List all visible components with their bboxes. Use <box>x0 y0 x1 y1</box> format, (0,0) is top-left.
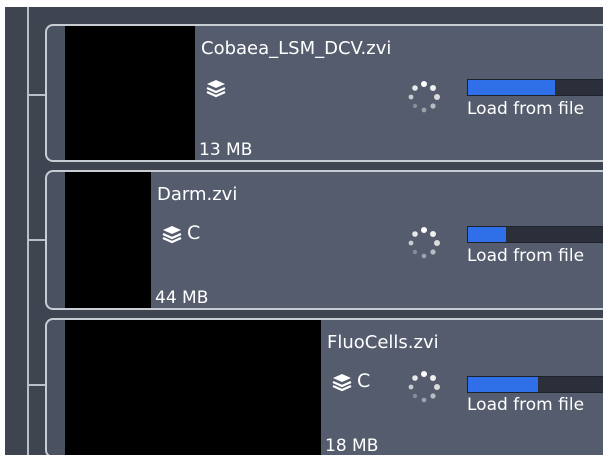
tree-branch-connector <box>27 239 47 241</box>
load-progress-fill <box>468 227 506 242</box>
thumbnail <box>65 172 151 308</box>
file-tree-panel: Cobaea_LSM_DCV.zvi 13 MB Load from file … <box>5 7 603 455</box>
load-status: Load from file <box>467 99 585 119</box>
file-info: Darm.zvi C 44 MB Load from file <box>151 172 603 308</box>
file-item[interactable]: Darm.zvi C 44 MB Load from file <box>45 170 603 310</box>
thumbnail <box>65 26 195 160</box>
load-progress-bar <box>467 226 603 243</box>
loading-spinner-icon <box>408 227 440 259</box>
channel-label: C <box>357 370 371 392</box>
channel-label: C <box>187 222 201 244</box>
file-name: Cobaea_LSM_DCV.zvi <box>201 38 392 59</box>
screenshot-frame: Cobaea_LSM_DCV.zvi 13 MB Load from file … <box>0 0 603 458</box>
load-status: Load from file <box>467 246 585 266</box>
tree-branch-connector <box>27 384 47 386</box>
loading-spinner-icon <box>408 81 440 113</box>
tree-connector-line <box>27 7 29 455</box>
z-stack-icon <box>162 226 182 244</box>
z-stack-icon <box>206 80 226 98</box>
tree-branch-connector <box>27 94 47 96</box>
file-size: 44 MB <box>155 288 209 308</box>
file-name: Darm.zvi <box>157 184 238 205</box>
loading-spinner-icon <box>408 371 440 403</box>
load-progress-bar <box>467 376 603 393</box>
load-progress-fill <box>468 80 555 95</box>
load-progress-bar <box>467 79 603 96</box>
file-name: FluoCells.zvi <box>327 332 439 353</box>
file-info: FluoCells.zvi C 18 MB Load from file <box>321 320 603 455</box>
file-info: Cobaea_LSM_DCV.zvi 13 MB Load from file <box>195 26 603 160</box>
file-item[interactable]: Cobaea_LSM_DCV.zvi 13 MB Load from file <box>45 24 603 162</box>
thumbnail <box>65 320 321 455</box>
load-progress-fill <box>468 377 538 392</box>
load-status: Load from file <box>467 395 585 415</box>
file-size: 18 MB <box>325 436 379 455</box>
file-item[interactable]: FluoCells.zvi C 18 MB Load from file <box>45 318 603 455</box>
z-stack-icon <box>332 374 352 392</box>
file-size: 13 MB <box>199 140 253 160</box>
